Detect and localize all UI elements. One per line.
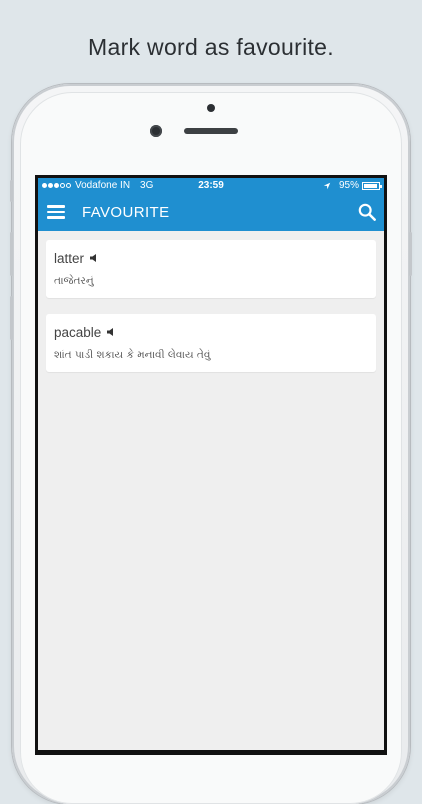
app-bar: FAVOURITE bbox=[38, 193, 384, 231]
speaker-icon[interactable] bbox=[89, 253, 99, 263]
favourite-card[interactable]: pacable શાંત પાડી શકાય કે મનાવી લેવાય તે… bbox=[46, 314, 376, 372]
favourites-list: latter તાજેતરનું pacable શાંત પાડી શકાય … bbox=[38, 231, 384, 372]
phone-power-button bbox=[409, 232, 412, 276]
speaker-icon[interactable] bbox=[106, 327, 116, 337]
word-row: pacable bbox=[54, 324, 368, 340]
earpiece-speaker bbox=[184, 128, 238, 134]
phone-volume-up bbox=[10, 232, 13, 276]
app-bar-title: FAVOURITE bbox=[82, 203, 170, 221]
battery-icon bbox=[362, 181, 382, 190]
favourite-card[interactable]: latter તાજેતરનું bbox=[46, 240, 376, 298]
word-text: pacable bbox=[54, 324, 102, 340]
meaning-text: તાજેતરનું bbox=[54, 275, 94, 287]
app-screen: Vodafone IN 3G 23:59 95% FAVOURITE latte… bbox=[38, 178, 384, 750]
battery-fill bbox=[364, 183, 377, 188]
word-text: latter bbox=[54, 250, 85, 266]
headline: Mark word as favourite. bbox=[88, 34, 334, 60]
word-row: latter bbox=[54, 250, 368, 266]
status-bar-right: 95% bbox=[323, 180, 382, 191]
phone-volume-down bbox=[10, 296, 13, 340]
meaning-text: શાંત પાડી શકાય કે મનાવી લેવાય તેવું bbox=[54, 349, 211, 361]
location-arrow-icon bbox=[323, 182, 331, 189]
hamburger-menu-icon[interactable] bbox=[47, 205, 65, 219]
search-icon[interactable] bbox=[358, 203, 376, 221]
battery-percent: 95% bbox=[338, 180, 359, 191]
proximity-sensor bbox=[207, 104, 215, 112]
phone-mute-switch bbox=[10, 180, 13, 202]
status-bar: Vodafone IN 3G 23:59 95% bbox=[38, 178, 384, 193]
front-camera bbox=[150, 125, 162, 137]
